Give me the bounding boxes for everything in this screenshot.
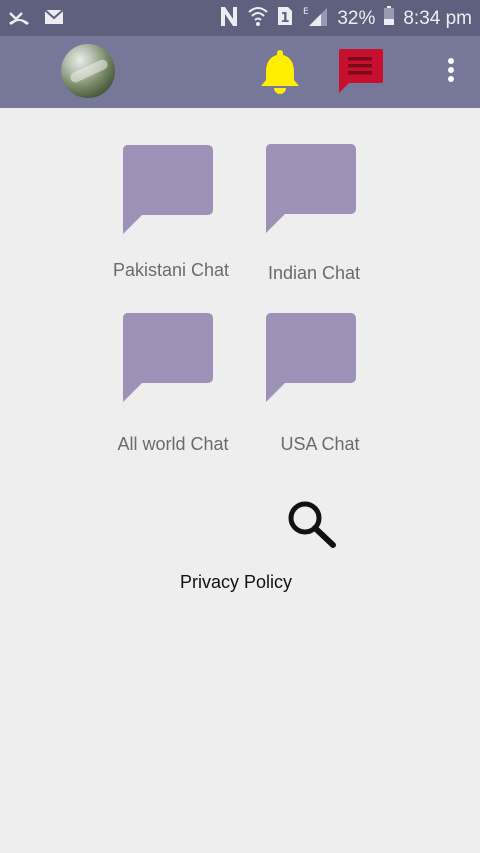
notifications-button[interactable]	[259, 47, 301, 95]
mail-icon	[44, 9, 64, 30]
missed-call-icon	[8, 7, 30, 32]
privacy-policy-link[interactable]: Privacy Policy	[156, 572, 316, 593]
signal-icon: E	[301, 5, 329, 32]
overflow-menu-button[interactable]	[440, 56, 462, 86]
room-all-world-chat[interactable]: All world Chat	[93, 312, 253, 462]
clock: 8:34 pm	[403, 7, 472, 29]
battery-percent: 32%	[337, 7, 376, 29]
room-label: USA Chat	[280, 434, 360, 454]
svg-text:E: E	[303, 7, 309, 17]
bell-icon	[261, 50, 299, 94]
wifi-icon	[247, 5, 269, 32]
chat-bubble-icon	[265, 144, 356, 233]
avatar[interactable]	[61, 44, 115, 98]
messages-button[interactable]	[335, 47, 385, 95]
svg-text:1: 1	[281, 11, 290, 26]
message-icon	[339, 49, 383, 93]
chat-bubble-icon	[265, 313, 356, 402]
room-label: Indian Chat	[267, 263, 361, 283]
room-label: All world Chat	[117, 434, 229, 454]
search-icon	[288, 501, 336, 548]
battery-icon	[383, 6, 395, 31]
search-button[interactable]	[284, 499, 340, 551]
nfc-icon	[219, 5, 239, 32]
room-pakistani-chat[interactable]: Pakistani Chat	[91, 144, 251, 294]
sim-icon: 1	[277, 6, 293, 31]
chat-bubble-icon	[122, 145, 213, 234]
room-label: Pakistani Chat	[112, 260, 230, 280]
chat-bubble-icon	[122, 313, 213, 402]
app-bar	[0, 36, 480, 108]
room-indian-chat[interactable]: Indian Chat	[234, 143, 394, 293]
room-usa-chat[interactable]: USA Chat	[240, 312, 400, 462]
status-bar: 1 E 32% 8:34 pm	[0, 0, 480, 36]
more-vert-icon	[448, 58, 454, 82]
